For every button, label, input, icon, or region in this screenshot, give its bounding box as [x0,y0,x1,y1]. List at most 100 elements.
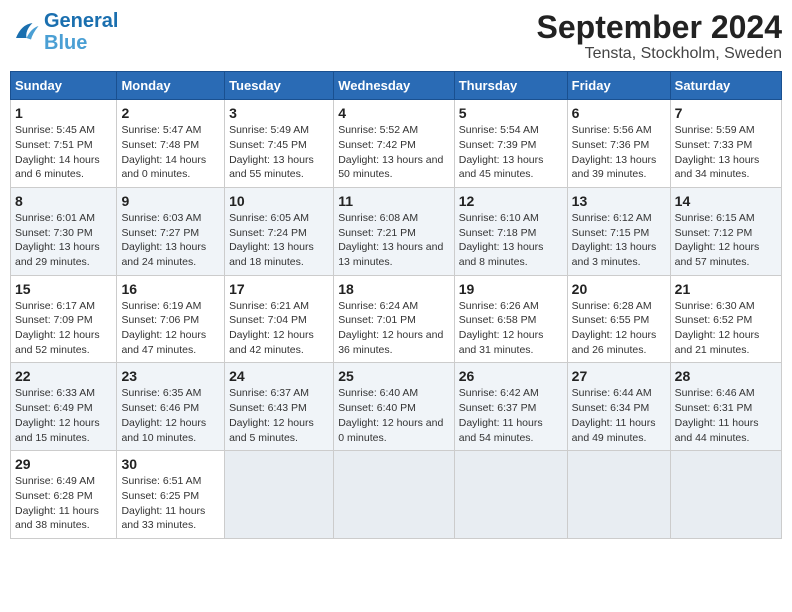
cell-w5-d2 [225,451,334,539]
sunrise: Sunrise: 6:01 AM [15,212,95,224]
day-info: Sunrise: 6:33 AM Sunset: 6:49 PM Dayligh… [15,386,112,445]
day-info: Sunrise: 6:12 AM Sunset: 7:15 PM Dayligh… [572,211,666,270]
sunrise: Sunrise: 6:10 AM [459,212,539,224]
day-number: 10 [229,193,329,209]
cell-w3-d1: 16 Sunrise: 6:19 AM Sunset: 7:06 PM Dayl… [117,275,225,363]
logo-icon [10,17,40,47]
sunrise: Sunrise: 6:33 AM [15,387,95,399]
sunrise: Sunrise: 6:37 AM [229,387,309,399]
day-info: Sunrise: 5:45 AM Sunset: 7:51 PM Dayligh… [15,123,112,182]
sunrise: Sunrise: 6:42 AM [459,387,539,399]
col-tuesday: Tuesday [225,72,334,100]
day-number: 26 [459,368,563,384]
cell-w5-d4 [454,451,567,539]
sunrise: Sunrise: 5:49 AM [229,124,309,136]
day-info: Sunrise: 6:42 AM Sunset: 6:37 PM Dayligh… [459,386,563,445]
day-info: Sunrise: 5:54 AM Sunset: 7:39 PM Dayligh… [459,123,563,182]
daylight: Daylight: 12 hours and 15 minutes. [15,417,100,444]
daylight: Daylight: 11 hours and 54 minutes. [459,417,543,444]
cell-w1-d6: 7 Sunrise: 5:59 AM Sunset: 7:33 PM Dayli… [670,100,781,188]
day-number: 7 [675,105,777,121]
day-info: Sunrise: 6:24 AM Sunset: 7:01 PM Dayligh… [338,299,450,358]
daylight: Daylight: 13 hours and 18 minutes. [229,241,314,268]
cell-w4-d6: 28 Sunrise: 6:46 AM Sunset: 6:31 PM Dayl… [670,363,781,451]
day-info: Sunrise: 5:49 AM Sunset: 7:45 PM Dayligh… [229,123,329,182]
day-number: 22 [15,368,112,384]
cell-w4-d5: 27 Sunrise: 6:44 AM Sunset: 6:34 PM Dayl… [567,363,670,451]
cell-w3-d6: 21 Sunrise: 6:30 AM Sunset: 6:52 PM Dayl… [670,275,781,363]
day-number: 5 [459,105,563,121]
sunrise: Sunrise: 6:17 AM [15,300,95,312]
daylight: Daylight: 14 hours and 0 minutes. [121,154,206,181]
day-number: 1 [15,105,112,121]
sunset: Sunset: 7:09 PM [15,314,93,326]
daylight: Daylight: 13 hours and 29 minutes. [15,241,100,268]
calendar-table: Sunday Monday Tuesday Wednesday Thursday… [10,71,782,539]
cell-w3-d4: 19 Sunrise: 6:26 AM Sunset: 6:58 PM Dayl… [454,275,567,363]
cell-w5-d1: 30 Sunrise: 6:51 AM Sunset: 6:25 PM Dayl… [117,451,225,539]
page-container: General Blue September 2024 Tensta, Stoc… [10,10,782,539]
daylight: Daylight: 13 hours and 39 minutes. [572,154,657,181]
daylight: Daylight: 11 hours and 44 minutes. [675,417,759,444]
cell-w1-d4: 5 Sunrise: 5:54 AM Sunset: 7:39 PM Dayli… [454,100,567,188]
day-number: 16 [121,281,220,297]
sunrise: Sunrise: 5:47 AM [121,124,201,136]
sunset: Sunset: 7:36 PM [572,139,650,151]
day-info: Sunrise: 6:15 AM Sunset: 7:12 PM Dayligh… [675,211,777,270]
sunrise: Sunrise: 6:49 AM [15,475,95,487]
cell-w1-d1: 2 Sunrise: 5:47 AM Sunset: 7:48 PM Dayli… [117,100,225,188]
daylight: Daylight: 13 hours and 45 minutes. [459,154,544,181]
col-saturday: Saturday [670,72,781,100]
sunset: Sunset: 6:55 PM [572,314,650,326]
cell-w3-d2: 17 Sunrise: 6:21 AM Sunset: 7:04 PM Dayl… [225,275,334,363]
sunrise: Sunrise: 5:52 AM [338,124,418,136]
sunset: Sunset: 7:15 PM [572,227,650,239]
day-number: 18 [338,281,450,297]
daylight: Daylight: 13 hours and 8 minutes. [459,241,544,268]
sunset: Sunset: 6:40 PM [338,402,416,414]
sunset: Sunset: 7:42 PM [338,139,416,151]
cell-w3-d5: 20 Sunrise: 6:28 AM Sunset: 6:55 PM Dayl… [567,275,670,363]
daylight: Daylight: 13 hours and 3 minutes. [572,241,657,268]
sunset: Sunset: 7:48 PM [121,139,199,151]
col-monday: Monday [117,72,225,100]
cell-w1-d5: 6 Sunrise: 5:56 AM Sunset: 7:36 PM Dayli… [567,100,670,188]
cell-w2-d4: 12 Sunrise: 6:10 AM Sunset: 7:18 PM Dayl… [454,187,567,275]
day-info: Sunrise: 6:10 AM Sunset: 7:18 PM Dayligh… [459,211,563,270]
sunrise: Sunrise: 6:24 AM [338,300,418,312]
sunset: Sunset: 7:21 PM [338,227,416,239]
sunset: Sunset: 7:30 PM [15,227,93,239]
week-row-1: 1 Sunrise: 5:45 AM Sunset: 7:51 PM Dayli… [11,100,782,188]
col-thursday: Thursday [454,72,567,100]
logo-text: General Blue [44,10,118,54]
sunrise: Sunrise: 6:19 AM [121,300,201,312]
cell-w5-d5 [567,451,670,539]
day-info: Sunrise: 6:17 AM Sunset: 7:09 PM Dayligh… [15,299,112,358]
sunset: Sunset: 6:43 PM [229,402,307,414]
sunrise: Sunrise: 6:40 AM [338,387,418,399]
day-number: 2 [121,105,220,121]
day-info: Sunrise: 6:28 AM Sunset: 6:55 PM Dayligh… [572,299,666,358]
sunset: Sunset: 7:51 PM [15,139,93,151]
sunset: Sunset: 7:39 PM [459,139,537,151]
daylight: Daylight: 12 hours and 42 minutes. [229,329,314,356]
cell-w2-d0: 8 Sunrise: 6:01 AM Sunset: 7:30 PM Dayli… [11,187,117,275]
daylight: Daylight: 12 hours and 36 minutes. [338,329,443,356]
header-row: Sunday Monday Tuesday Wednesday Thursday… [11,72,782,100]
main-title: September 2024 [537,10,782,45]
day-number: 23 [121,368,220,384]
sunrise: Sunrise: 6:15 AM [675,212,755,224]
day-number: 20 [572,281,666,297]
day-info: Sunrise: 6:46 AM Sunset: 6:31 PM Dayligh… [675,386,777,445]
daylight: Daylight: 12 hours and 10 minutes. [121,417,206,444]
day-number: 3 [229,105,329,121]
sunrise: Sunrise: 6:26 AM [459,300,539,312]
sunset: Sunset: 7:12 PM [675,227,753,239]
sunset: Sunset: 6:49 PM [15,402,93,414]
sunset: Sunset: 7:45 PM [229,139,307,151]
day-info: Sunrise: 6:40 AM Sunset: 6:40 PM Dayligh… [338,386,450,445]
day-info: Sunrise: 6:35 AM Sunset: 6:46 PM Dayligh… [121,386,220,445]
sunset: Sunset: 6:46 PM [121,402,199,414]
day-number: 17 [229,281,329,297]
sunset: Sunset: 7:04 PM [229,314,307,326]
